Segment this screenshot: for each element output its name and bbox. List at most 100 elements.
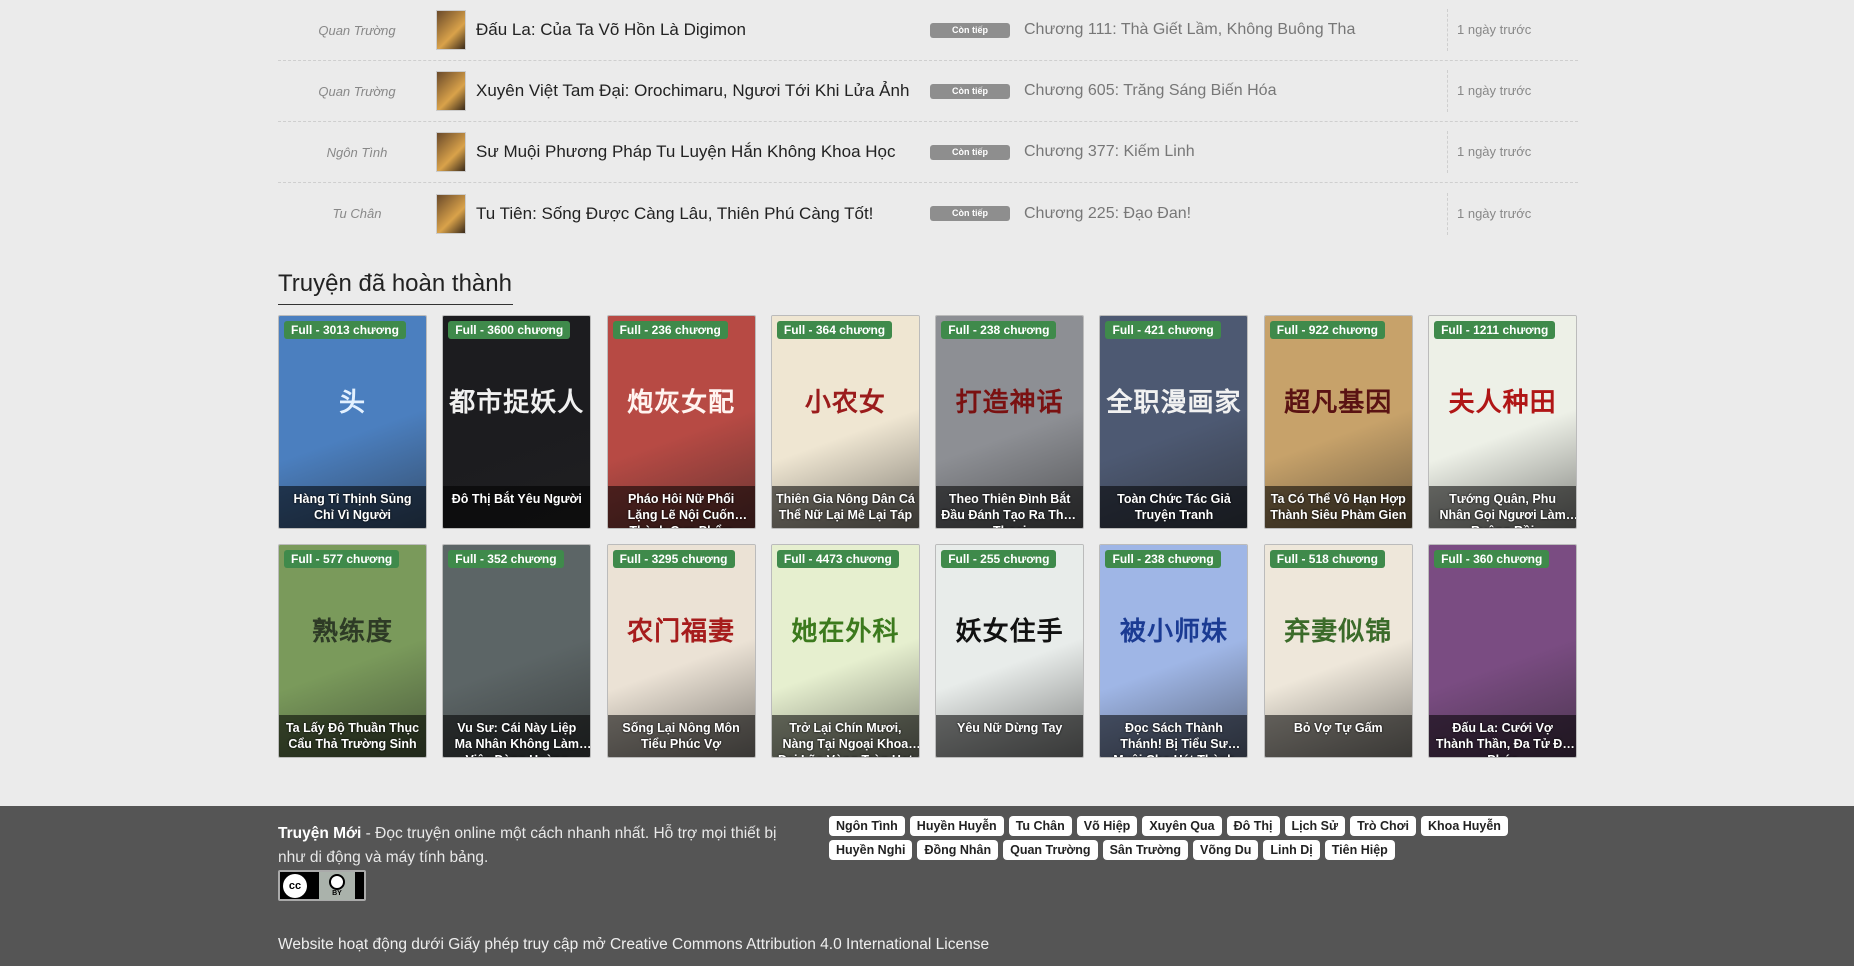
genre-tag[interactable]: Khoa Huyễn [1421,816,1508,836]
card-title: Ta Lấy Độ Thuần Thục Cẩu Thả Trường Sinh [279,715,426,757]
completed-story-card[interactable]: Full - 352 chương Vu Sư: Cái Này Liệp Ma … [442,544,592,758]
genre-tag[interactable]: Xuyên Qua [1142,816,1222,836]
full-chapters-chip: Full - 421 chương [1105,321,1221,339]
update-category[interactable]: Ngôn Tình [278,145,436,160]
full-chapters-chip: Full - 518 chương [1269,550,1386,568]
update-status-badge: Còn tiếp [930,83,1010,99]
full-chapters-chip: Full - 4473 chương [776,550,899,568]
cover-artwork-text: 农门福妻 [627,617,736,647]
cover-artwork-text: 熟练度 [311,617,393,647]
completed-story-card[interactable]: 打造神话 Full - 238 chương Theo Thiên Đình Bắt… [935,315,1085,529]
update-category[interactable]: Tu Chân [278,206,436,221]
update-title-link[interactable]: Xuyên Việt Tam Đại: Orochimaru, Ngươi Tớ… [476,81,926,101]
update-category[interactable]: Quan Trường [278,84,436,99]
cover-artwork-text: 超凡基因 [1284,388,1393,418]
footer-description: Truyện Mới - Đọc truyện online một cách … [278,822,808,870]
genre-tag[interactable]: Tu Chân [1008,816,1072,836]
cover-artwork-text: 都市捉妖人 [449,388,585,418]
cover-artwork-text: 她在外科 [791,617,900,647]
footer: Truyện Mới - Đọc truyện online một cách … [0,806,1854,966]
update-row: Quan Trường Xuyên Việt Tam Đại: Orochimar… [278,61,1578,122]
completed-story-card[interactable]: 妖女住手 Full - 255 chương Yêu Nữ Dừng Tay [935,544,1085,758]
full-chapters-chip: Full - 238 chương [941,321,1057,339]
update-cover-thumbnail[interactable] [436,132,466,172]
update-chapter-link[interactable]: Chương 605: Trăng Sáng Biến Hóa [1024,82,1447,100]
by-attribution-icon: BY [319,871,355,900]
completed-story-card[interactable]: 头 Full - 3013 chương Hàng Tỉ Thịnh Sủng Ch… [278,315,427,529]
card-title: Đấu La: Cưới Vợ Thành Thần, Đa Tử Đa Phú… [1429,715,1577,757]
cover-artwork-text: 炮灰女配 [627,388,736,418]
update-row: Quan Trường Đấu La: Của Ta Võ Hồn Là Digi… [278,0,1578,61]
full-chapters-chip: Full - 922 chương [1269,321,1386,339]
cover-artwork-text: 夫人种田 [1448,388,1557,418]
update-cover-thumbnail[interactable] [436,71,466,111]
update-status-badge: Còn tiếp [930,22,1010,38]
genre-tag[interactable]: Sân Trường [1102,840,1188,860]
cc-icon: cc [283,873,307,898]
genre-tag[interactable]: Ngôn Tình [829,816,905,836]
update-title-link[interactable]: Sư Muội Phương Pháp Tu Luyện Hắn Không K… [476,142,926,162]
update-title-link[interactable]: Tu Tiên: Sống Được Càng Lâu, Thiên Phú C… [476,204,926,224]
genre-tag[interactable]: Đồng Nhân [917,840,999,860]
completed-story-card[interactable]: 都市捉妖人 Full - 3600 chương Đô Thị Bắt Yêu Ng… [442,315,592,529]
genre-tag[interactable]: Đô Thị [1226,816,1280,836]
cover-artwork-text: 弃妻似锦 [1284,617,1393,647]
genre-tag[interactable]: Võ Hiệp [1076,816,1138,836]
update-status-badge: Còn tiếp [930,144,1010,160]
update-chapter-link[interactable]: Chương 377: Kiếm Linh [1024,143,1447,161]
genre-tag[interactable]: Võng Du [1193,840,1259,860]
card-title: Tướng Quân, Phu Nhân Gọi Ngươi Làm Ruộng… [1429,486,1577,528]
cover-artwork-text: 妖女住手 [955,617,1064,647]
genre-tag[interactable]: Tiên Hiệp [1324,840,1395,860]
person-icon [329,874,345,890]
completed-story-card[interactable]: 超凡基因 Full - 922 chương Ta Có Thể Vô Hạn Hợ… [1263,315,1413,529]
update-category[interactable]: Quan Trường [278,23,436,38]
card-title: Thiên Gia Nông Dân Cá Thể Nữ Lại Mê Lại … [771,486,919,528]
card-title: Hàng Tỉ Thịnh Sủng Chỉ Vì Người [279,486,426,528]
completed-story-card[interactable]: Full - 360 chương Đấu La: Cưới Vợ Thành T… [1428,544,1578,758]
update-row: Ngôn Tình Sư Muội Phương Pháp Tu Luyện Hắ… [278,122,1578,183]
footer-site-name[interactable]: Truyện Mới [278,825,361,842]
genre-tags: Ngôn Tình Huyền Huyễn Tu Chân Võ Hiệp Xuyên … [829,816,1529,860]
cover-artwork-text: 全职漫画家 [1106,388,1242,418]
completed-story-card[interactable]: 她在外科 Full - 4473 chương Trở Lại Chín Mươi,… [770,544,920,758]
update-cover-thumbnail[interactable] [436,193,466,234]
completed-story-card[interactable]: 被小师妹 Full - 238 chương Đọc Sách Thành Thán… [1099,544,1249,758]
card-title: Yêu Nữ Dừng Tay [936,715,1084,757]
completed-story-card[interactable]: 农门福妻 Full - 3295 chương Sống Lại Nông Môn … [606,544,756,758]
completed-story-card[interactable]: 小农女 Full - 364 chương Thiên Gia Nông Dân C… [770,315,920,529]
full-chapters-chip: Full - 236 chương [612,321,728,339]
cc-license-badge[interactable]: cc BY [278,870,366,901]
update-status-badge: Còn tiếp [930,206,1010,221]
update-cover-thumbnail[interactable] [436,10,466,50]
card-title: Bỏ Vợ Tự Gấm [1264,715,1412,757]
card-title: Sống Lại Nông Môn Tiểu Phúc Vợ [607,715,755,757]
completed-story-card[interactable]: 炮灰女配 Full - 236 chương Pháo Hôi Nữ Phối Lặ… [606,315,756,529]
latest-updates-list: Quan Trường Đấu La: Của Ta Võ Hồn Là Digi… [278,0,1578,244]
update-title-link[interactable]: Đấu La: Của Ta Võ Hồn Là Digimon [476,20,926,40]
completed-story-card[interactable]: 弃妻似锦 Full - 518 chương Bỏ Vợ Tự Gấm [1263,544,1413,758]
cover-artwork-text: 小农女 [804,388,886,418]
full-chapters-chip: Full - 3295 chương [612,550,735,568]
by-label: BY [332,890,342,897]
completed-story-card[interactable]: 夫人种田 Full - 1211 chương Tướng Quân, Phu Nh… [1428,315,1578,529]
genre-tag[interactable]: Trò Chơi [1350,816,1417,836]
full-chapters-chip: Full - 3013 chương [284,321,406,339]
genre-tag[interactable]: Lịch Sử [1284,816,1346,836]
genre-tag[interactable]: Huyền Huyễn [909,816,1004,836]
genre-tag[interactable]: Linh Dị [1263,840,1320,860]
update-chapter-link[interactable]: Chương 111: Thà Giết Lầm, Không Buông Th… [1024,21,1447,39]
completed-story-card[interactable]: 熟练度 Full - 577 chương Ta Lấy Độ Thuần Thục… [278,544,427,758]
completed-story-card[interactable]: 全职漫画家 Full - 421 chương Toàn Chức Tác Giả … [1099,315,1249,529]
update-time: 1 ngày trước [1447,131,1577,173]
update-chapter-link[interactable]: Chương 225: Đạo Đan! [1024,205,1447,223]
full-chapters-chip: Full - 352 chương [448,550,564,568]
card-title: Vu Sư: Cái Này Liệp Ma Nhân Không Làm Vi… [443,715,591,757]
genre-tag[interactable]: Quan Trường [1003,840,1098,860]
card-title: Đô Thị Bắt Yêu Người [443,486,591,528]
cover-artwork-text: 头 [338,388,366,418]
full-chapters-chip: Full - 238 chương [1105,550,1221,568]
completed-grid: 头 Full - 3013 chương Hàng Tỉ Thịnh Sủng Ch… [278,315,1578,758]
completed-section-title[interactable]: Truyện đã hoàn thành [278,270,513,305]
genre-tag[interactable]: Huyền Nghi [829,840,913,860]
